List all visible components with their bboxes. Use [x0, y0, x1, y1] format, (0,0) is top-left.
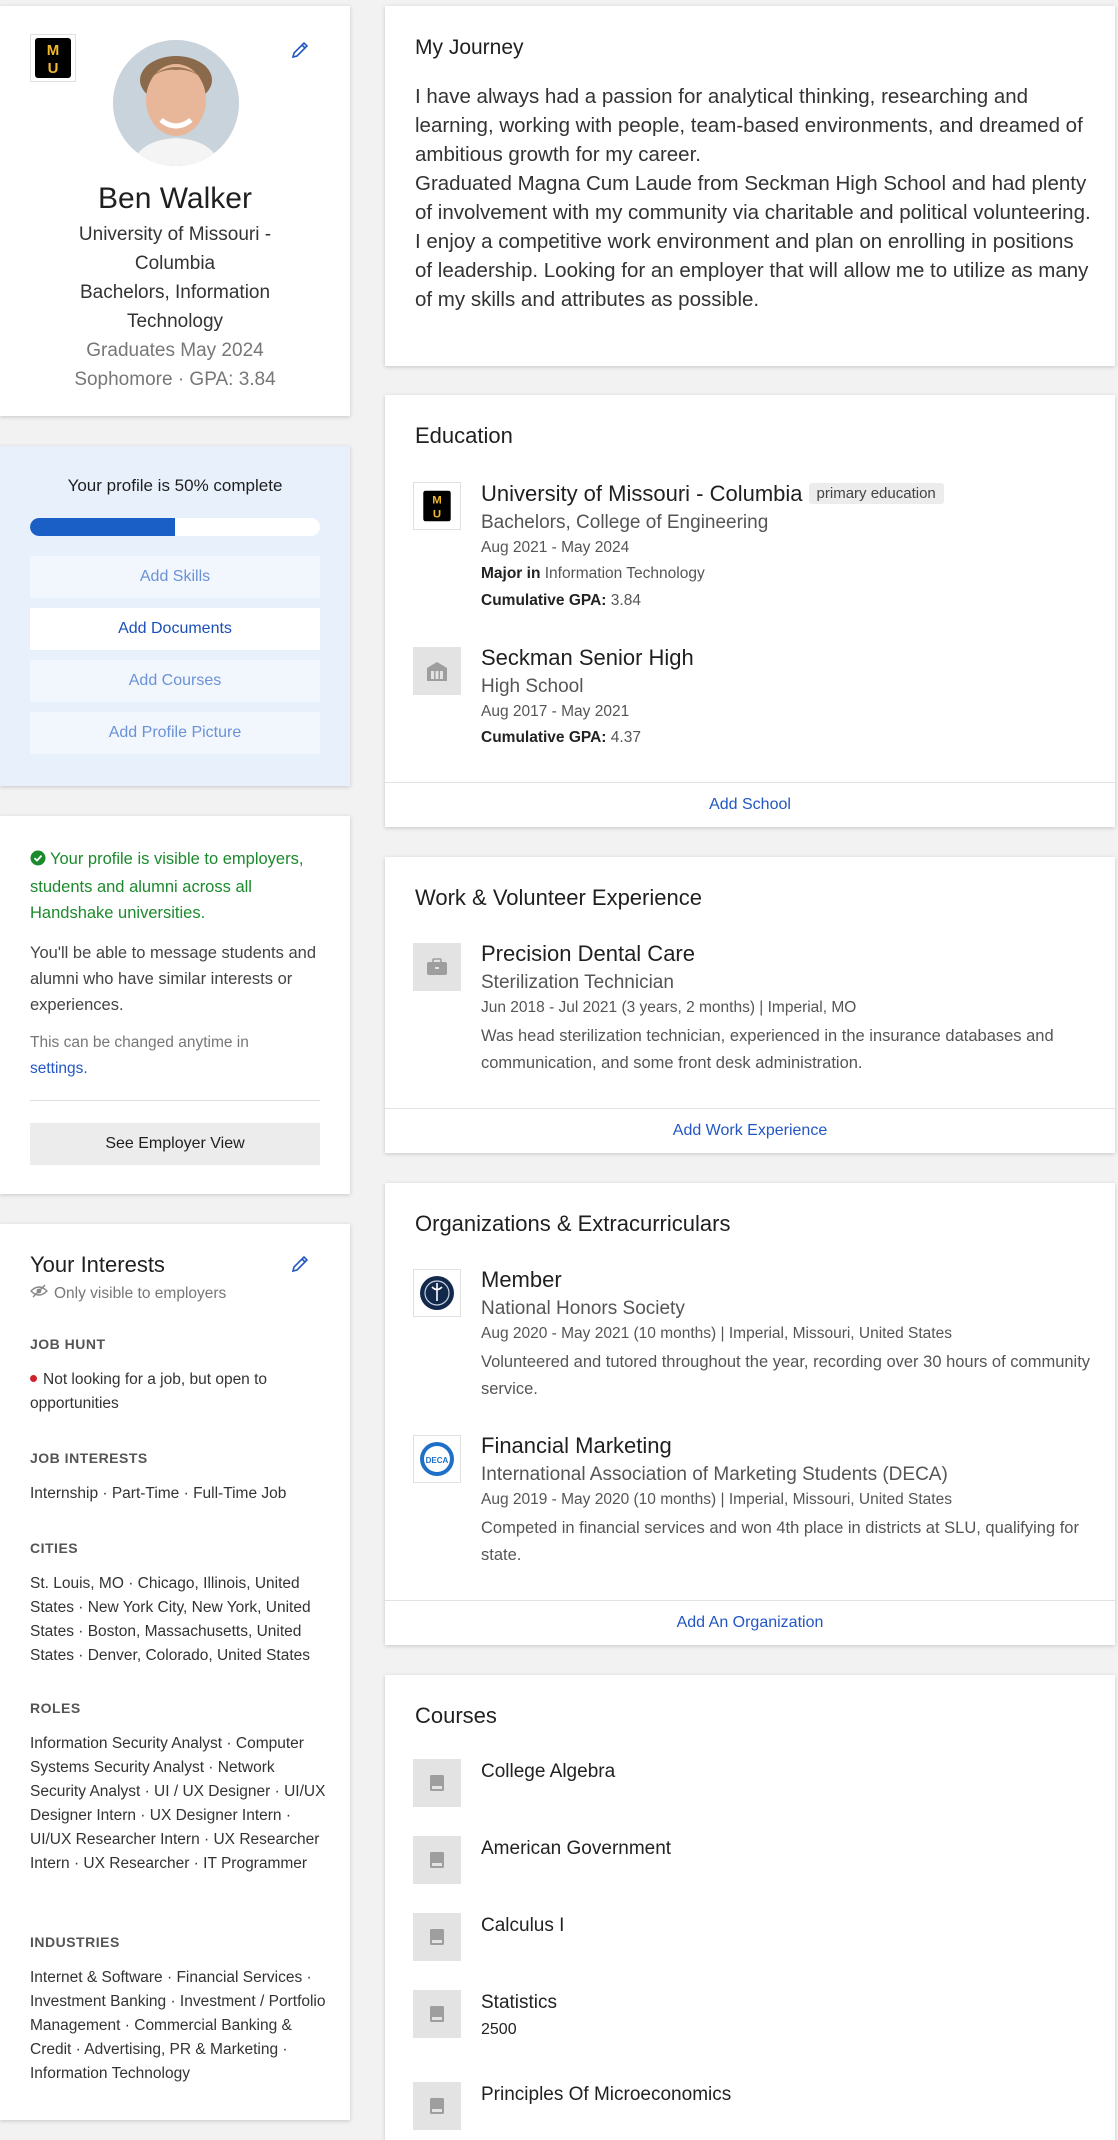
- primary-education-badge: primary education: [808, 483, 944, 504]
- industries-list: Internet & Software · Financial Services…: [30, 1969, 326, 2082]
- mizzou-logo: M U: [30, 34, 76, 82]
- course-name: Calculus I: [481, 1915, 565, 1936]
- education-degree: High School: [481, 676, 584, 697]
- course-name: American Government: [481, 1838, 672, 1859]
- education-gpa: Cumulative GPA: 3.84: [481, 592, 641, 609]
- work-description: Was head sterilization technician, exper…: [481, 1027, 1054, 1072]
- cities-heading: CITIES: [30, 1540, 79, 1556]
- organization-description: Volunteered and tutored throughout the y…: [481, 1353, 1091, 1398]
- education-school-name: University of Missouri - Columbia primary…: [481, 481, 944, 507]
- job-hunt-heading: JOB HUNT: [30, 1336, 106, 1352]
- divider: [30, 1100, 320, 1101]
- nhs-logo: [413, 1269, 461, 1317]
- completion-progress-bar: [30, 518, 320, 536]
- check-circle-icon: [30, 848, 46, 874]
- interests-card: Your Interests Only visible to employers…: [0, 1224, 350, 2120]
- visibility-settings-note: This can be changed anytime in settings.: [30, 1034, 249, 1077]
- cities-list: St. Louis, MO · Chicago, Illinois, Unite…: [30, 1575, 311, 1664]
- visibility-notice: Your profile is visible to employers, st…: [30, 848, 304, 922]
- book-icon: [413, 1759, 461, 1807]
- education-major: Major in Information Technology: [481, 565, 705, 582]
- svg-text:M: M: [47, 42, 60, 59]
- briefcase-icon: [413, 943, 461, 991]
- course-name: College Algebra: [481, 1761, 616, 1782]
- add-profile-picture-button[interactable]: Add Profile Picture: [30, 712, 320, 754]
- education-title: Education: [415, 423, 513, 448]
- organizations-title: Organizations & Extracurriculars: [415, 1211, 731, 1236]
- course-name: Principles Of Microeconomics: [481, 2084, 732, 2105]
- work-experience-card: Work & Volunteer Experience Precision De…: [385, 857, 1115, 1153]
- svg-text:M: M: [432, 495, 442, 507]
- svg-text:U: U: [433, 508, 441, 520]
- status-dot-icon: [30, 1375, 37, 1382]
- add-documents-button[interactable]: Add Documents: [30, 608, 320, 650]
- work-meta: Jun 2018 - Jul 2021 (3 years, 2 months) …: [481, 999, 857, 1016]
- job-interests-list: Internship · Part-Time · Full-Time Job: [30, 1485, 287, 1502]
- book-icon: [413, 1913, 461, 1961]
- profile-year-gpa: Sophomore · GPA: 3.84: [74, 369, 276, 390]
- school-building-icon: [413, 647, 461, 695]
- industries-heading: INDUSTRIES: [30, 1934, 120, 1950]
- education-gpa: Cumulative GPA: 4.37: [481, 729, 641, 746]
- organization-role: Financial Marketing: [481, 1433, 672, 1458]
- add-work-experience-button[interactable]: Add Work Experience: [385, 1108, 1115, 1153]
- book-icon: [413, 2082, 461, 2130]
- organization-name: International Association of Marketing S…: [481, 1464, 948, 1485]
- profile-completion-card: Your profile is 50% complete Add Skills …: [0, 446, 350, 786]
- organizations-card: Organizations & Extracurriculars Member …: [385, 1183, 1115, 1645]
- organization-role: Member: [481, 1267, 562, 1292]
- roles-list: Information Security Analyst · Computer …: [30, 1735, 326, 1872]
- education-dates: Aug 2017 - May 2021: [481, 703, 630, 720]
- job-hunt-status: Not looking for a job, but open to oppor…: [30, 1371, 268, 1412]
- work-title: Work & Volunteer Experience: [415, 885, 702, 910]
- visibility-message: You'll be able to message students and a…: [30, 944, 316, 1014]
- visibility-card: Your profile is visible to employers, st…: [0, 816, 350, 1194]
- courses-card: Courses College Algebra American Governm…: [385, 1675, 1115, 2140]
- mizzou-logo: M U: [413, 482, 461, 530]
- avatar[interactable]: [113, 40, 239, 166]
- organization-meta: Aug 2019 - May 2020 (10 months) | Imperi…: [481, 1491, 952, 1508]
- education-card: Education M U University of Missouri - C…: [385, 395, 1115, 827]
- organization-description: Competed in financial services and won 4…: [481, 1519, 1079, 1564]
- deca-logo: DECA: [413, 1435, 461, 1483]
- book-icon: [413, 1990, 461, 2038]
- journey-title: My Journey: [415, 36, 524, 59]
- work-role: Sterilization Technician: [481, 972, 674, 993]
- profile-graduation: Graduates May 2024: [86, 340, 264, 361]
- education-degree: Bachelors, College of Engineering: [481, 512, 769, 533]
- profile-school: University of Missouri - Columbia: [78, 224, 272, 274]
- add-organization-button[interactable]: Add An Organization: [385, 1600, 1115, 1645]
- course-number: 2500: [481, 2021, 517, 2038]
- education-school-name: Seckman Senior High: [481, 645, 694, 670]
- journey-card: My Journey I have always had a passion f…: [385, 6, 1115, 366]
- organization-meta: Aug 2020 - May 2021 (10 months) | Imperi…: [481, 1325, 952, 1342]
- edit-interests-icon[interactable]: [290, 1254, 314, 1278]
- interests-visibility-note: Only visible to employers: [30, 1284, 226, 1303]
- profile-degree: Bachelors, Information Technology: [79, 282, 271, 332]
- profile-card: M U Ben Walker University of Missouri -C…: [0, 6, 350, 416]
- add-courses-button[interactable]: Add Courses: [30, 660, 320, 702]
- course-name: Statistics: [481, 1992, 558, 2013]
- add-school-button[interactable]: Add School: [385, 782, 1115, 827]
- work-employer: Precision Dental Care: [481, 941, 695, 966]
- education-dates: Aug 2021 - May 2024: [481, 539, 630, 556]
- see-employer-view-button[interactable]: See Employer View: [30, 1123, 320, 1165]
- settings-link[interactable]: settings.: [30, 1060, 88, 1077]
- interests-title: Your Interests: [30, 1252, 165, 1277]
- add-skills-button[interactable]: Add Skills: [30, 556, 320, 598]
- journey-text: I have always had a passion for analytic…: [415, 85, 1091, 311]
- svg-text:DECA: DECA: [426, 1456, 449, 1465]
- book-icon: [413, 1836, 461, 1884]
- job-interests-heading: JOB INTERESTS: [30, 1450, 148, 1466]
- organization-name: National Honors Society: [481, 1298, 685, 1319]
- completion-progress-fill: [30, 518, 175, 536]
- courses-title: Courses: [415, 1703, 497, 1728]
- completion-title: Your profile is 50% complete: [67, 476, 283, 495]
- edit-profile-icon[interactable]: [290, 40, 314, 64]
- eye-slash-icon: [30, 1284, 48, 1303]
- profile-name: Ben Walker: [98, 182, 252, 215]
- svg-text:U: U: [48, 60, 59, 77]
- roles-heading: ROLES: [30, 1700, 81, 1716]
